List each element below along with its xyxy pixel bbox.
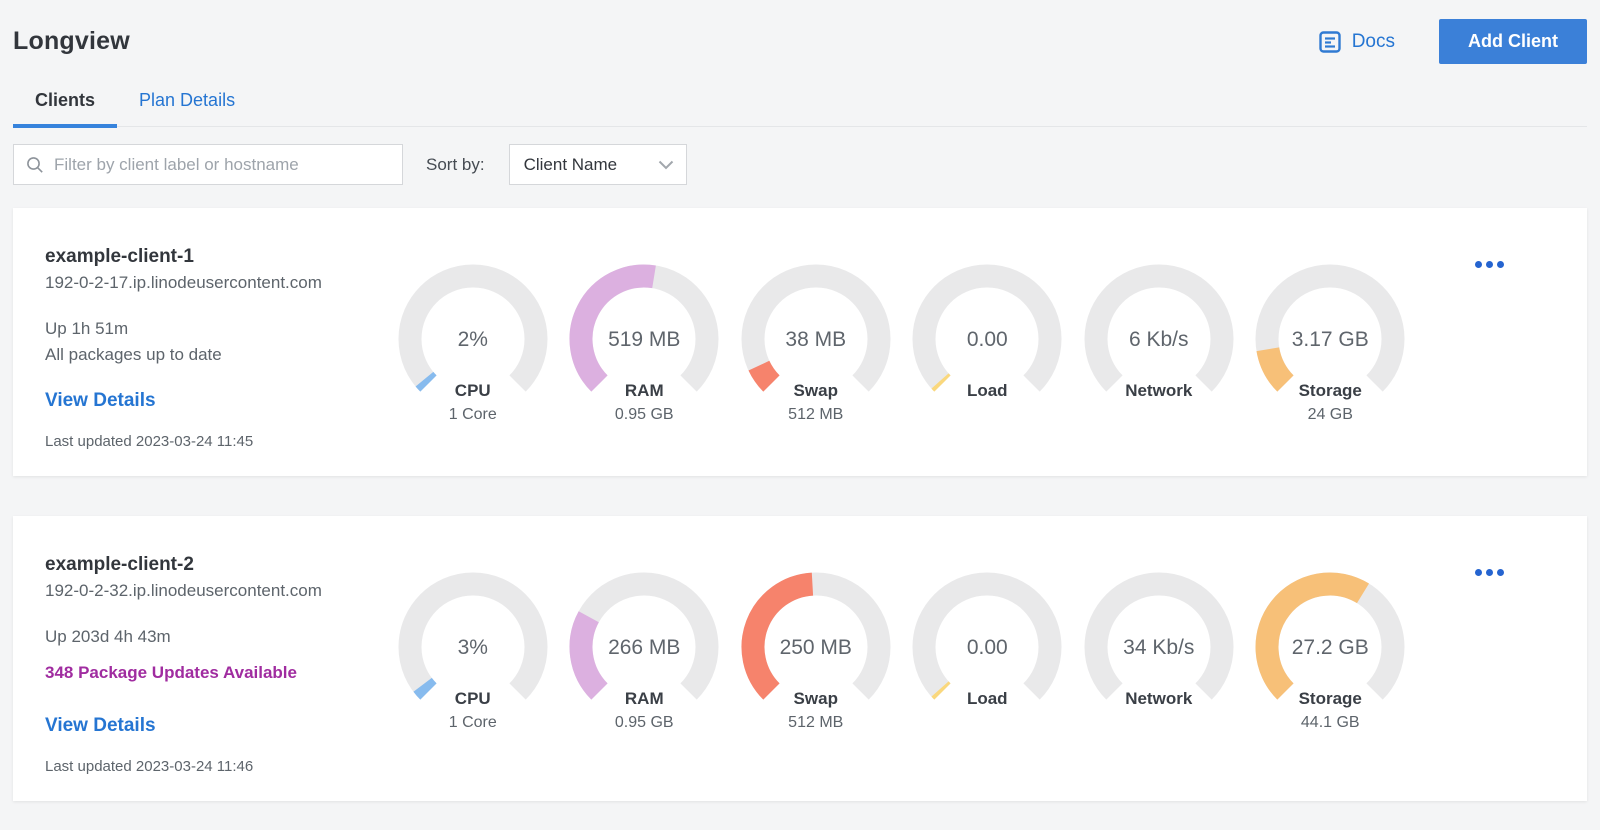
gauge-value: 2% <box>457 328 488 351</box>
gauge-arc: 2% <box>398 264 548 414</box>
last-updated: Last updated 2023-03-24 11:45 <box>45 433 254 450</box>
client-hostname: 192-0-2-17.ip.linodeusercontent.com <box>45 273 322 292</box>
client-uptime: Up 203d 4h 43m <box>45 627 171 646</box>
gauge-ram: 519 MB RAM 0.95 GB <box>559 264 731 450</box>
page-title: Longview <box>13 27 130 55</box>
docs-link[interactable]: Docs <box>1317 29 1395 55</box>
tab-bar: Clients Plan Details <box>13 90 1587 128</box>
client-actions-menu-icon[interactable] <box>1471 565 1508 580</box>
gauge-arc: 38 MB <box>741 264 891 414</box>
gauge-network: 34 Kb/s Network <box>1073 572 1245 775</box>
gauge-cpu: 2% CPU 1 Core <box>387 264 559 450</box>
gauge-swap: 38 MB Swap 512 MB <box>730 264 902 450</box>
client-name: example-client-1 <box>45 246 194 267</box>
client-actions-menu-icon[interactable] <box>1471 257 1508 272</box>
sort-by-label: Sort by: <box>426 154 485 174</box>
client-info: example-client-1 192-0-2-17.ip.linodeuse… <box>45 244 387 450</box>
gauge-row: 2% CPU 1 Core 519 MB RAM 0.95 GB 38 MB S… <box>387 264 1416 450</box>
client-hostname: 192-0-2-32.ip.linodeusercontent.com <box>45 581 322 600</box>
header-actions: Docs Add Client <box>1317 19 1587 64</box>
gauge-arc: 3% <box>398 572 548 722</box>
gauge-storage: 27.2 GB Storage 44.1 GB <box>1245 572 1417 775</box>
gauge-swap: 250 MB Swap 512 MB <box>730 572 902 775</box>
gauge-arc: 3.17 GB <box>1255 264 1405 414</box>
view-details-link[interactable]: View Details <box>45 390 156 412</box>
client-filter-box <box>13 144 403 185</box>
client-packages-status: All packages up to date <box>45 345 222 364</box>
gauge-value: 3.17 GB <box>1291 328 1369 351</box>
gauge-arc: 0.00 <box>912 264 1062 414</box>
tab-clients[interactable]: Clients <box>13 90 118 128</box>
gauge-load: 0.00 Load <box>902 572 1074 775</box>
client-filter-input[interactable] <box>54 154 390 175</box>
gauge-arc: 6 Kb/s <box>1084 264 1234 414</box>
gauge-value: 34 Kb/s <box>1123 636 1195 659</box>
gauge-value: 3% <box>457 636 488 659</box>
gauge-value: 6 Kb/s <box>1128 328 1189 351</box>
add-client-button[interactable]: Add Client <box>1439 19 1587 64</box>
tab-plan-details[interactable]: Plan Details <box>117 90 257 126</box>
gauge-value: 519 MB <box>608 328 681 351</box>
client-packages-updates[interactable]: 348 Package Updates Available <box>45 663 387 683</box>
gauge-value: 38 MB <box>785 328 847 351</box>
search-icon <box>26 156 44 174</box>
gauge-value: 27.2 GB <box>1291 636 1369 659</box>
client-card: example-client-1 192-0-2-17.ip.linodeuse… <box>13 208 1587 476</box>
longview-page: Longview Docs Add Client Clients Plan De… <box>0 0 1600 830</box>
filter-toolbar: Sort by: Client Name <box>13 144 1587 185</box>
gauge-arc: 250 MB <box>741 572 891 722</box>
gauge-cpu: 3% CPU 1 Core <box>387 572 559 775</box>
gauge-value: 0.00 <box>966 636 1008 659</box>
gauge-arc: 34 Kb/s <box>1084 572 1234 722</box>
client-uptime: Up 1h 51m <box>45 319 129 338</box>
docs-label: Docs <box>1351 30 1395 52</box>
view-details-link[interactable]: View Details <box>45 715 156 737</box>
sort-by-value: Client Name <box>523 154 618 174</box>
gauge-load: 0.00 Load <box>902 264 1074 450</box>
gauge-value: 250 MB <box>779 636 852 659</box>
docs-icon <box>1317 29 1343 55</box>
client-name: example-client-2 <box>45 554 194 575</box>
page-header: Longview Docs Add Client <box>13 0 1587 64</box>
gauge-storage: 3.17 GB Storage 24 GB <box>1245 264 1417 450</box>
chevron-down-icon <box>658 160 674 170</box>
gauge-row: 3% CPU 1 Core 266 MB RAM 0.95 GB 250 MB … <box>387 572 1416 775</box>
gauge-value: 266 MB <box>608 636 681 659</box>
gauge-network: 6 Kb/s Network <box>1073 264 1245 450</box>
sort-by-dropdown[interactable]: Client Name <box>508 144 687 185</box>
gauge-arc: 266 MB <box>569 572 719 722</box>
gauge-ram: 266 MB RAM 0.95 GB <box>559 572 731 775</box>
client-card: example-client-2 192-0-2-32.ip.linodeuse… <box>13 516 1587 801</box>
gauge-arc: 519 MB <box>569 264 719 414</box>
client-info: example-client-2 192-0-2-32.ip.linodeuse… <box>45 552 387 775</box>
gauge-arc: 0.00 <box>912 572 1062 722</box>
gauge-arc: 27.2 GB <box>1255 572 1405 722</box>
last-updated: Last updated 2023-03-24 11:46 <box>45 758 254 775</box>
gauge-value: 0.00 <box>966 328 1008 351</box>
